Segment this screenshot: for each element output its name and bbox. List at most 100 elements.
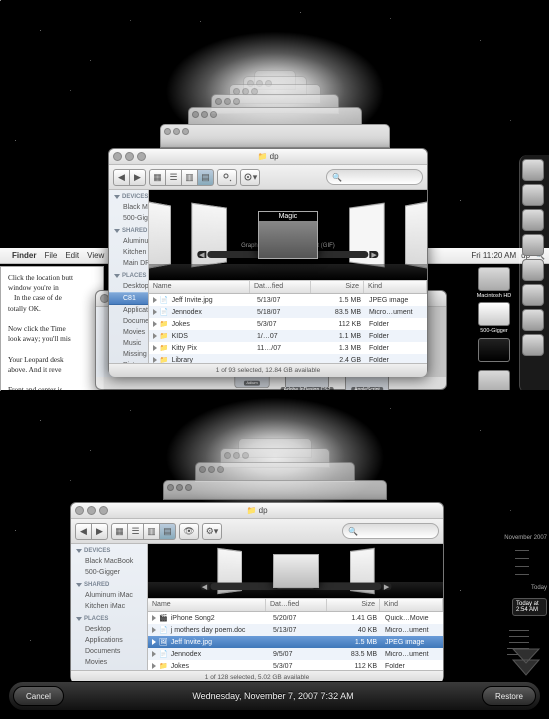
forward-button[interactable]: ▶: [92, 523, 108, 540]
table-row[interactable]: 📁 Jokes5/3/07112 KBFolder: [148, 660, 443, 670]
sidebar-place[interactable]: Missing Manuals: [109, 349, 148, 360]
file-list[interactable]: 🎬 iPhone Song25/20/071.41 GBQuick…Movie …: [148, 612, 443, 670]
sidebar-shared[interactable]: Kitchen iMac: [71, 601, 147, 612]
icon-view-button[interactable]: ▦: [111, 523, 128, 540]
sidebar-place[interactable]: Documents: [71, 646, 147, 657]
dock-app-icon[interactable]: [522, 209, 544, 231]
table-row[interactable]: 📄 Jennodex9/5/0783.5 MBMicro…ument: [148, 648, 443, 660]
forward-button[interactable]: ▶: [130, 169, 146, 186]
table-row[interactable]: 📄 Jennodex5/18/0783.5 MBMicro…ument: [149, 306, 427, 318]
sidebar-place[interactable]: Desktop: [109, 281, 148, 292]
sidebar-place[interactable]: Documents: [109, 316, 148, 327]
sidebar-place[interactable]: Movies: [109, 327, 148, 338]
menu-finder[interactable]: Finder: [12, 251, 36, 260]
timemachine-timeline[interactable]: November 2007 Today Today at 2:54 AM: [512, 430, 547, 667]
table-row[interactable]: 📁 KIDS1/…071.1 MBFolder: [149, 330, 427, 342]
sidebar-shared[interactable]: Aluminum iMac: [109, 236, 148, 247]
sidebar-shared-header[interactable]: SHARED: [109, 224, 148, 236]
column-view-button[interactable]: ▥: [144, 523, 160, 540]
dock-app-icon[interactable]: [522, 234, 544, 256]
toolbar: ◀▶ ▦☰▥▤ 👁 ⚙▾ 🔍: [71, 519, 443, 544]
zoom-icon[interactable]: [137, 152, 146, 161]
dock-app-icon[interactable]: [522, 159, 544, 181]
coverflow-view-button[interactable]: ▤: [198, 169, 214, 186]
close-icon[interactable]: [75, 506, 84, 515]
table-row[interactable]: 🎬 iPhone Song25/20/071.41 GBQuick…Movie: [148, 612, 443, 624]
timeline-forward-arrow[interactable]: [509, 645, 543, 677]
view-switcher[interactable]: ▦ ☰ ▥ ▤: [149, 169, 214, 186]
list-view-button[interactable]: ☰: [128, 523, 144, 540]
sidebar-shared[interactable]: Kitchen iMac: [109, 247, 148, 258]
timemachine-date: Wednesday, November 7, 2007 7:32 AM: [64, 691, 482, 701]
sidebar-device[interactable]: 500-Gigger: [71, 567, 147, 578]
minimize-icon[interactable]: [125, 152, 134, 161]
dock-app-icon[interactable]: [522, 284, 544, 306]
coverflow-next[interactable]: ▶: [370, 251, 379, 258]
desktop-icon-hd[interactable]: Macintosh HD: [475, 267, 513, 305]
list-view-button[interactable]: ☰: [166, 169, 182, 186]
finder-window: 📁 dp ◀ ▶ ▦ ☰ ▥ ▤ ▾ 🔍 DEVICES Black MacBo…: [108, 148, 428, 375]
window-title: dp: [270, 152, 279, 161]
back-button[interactable]: ◀: [75, 523, 92, 540]
desktop-icon-drive[interactable]: 500-Gigger: [475, 302, 513, 340]
zoom-icon[interactable]: [99, 506, 108, 515]
desktop-icon-speaker[interactable]: MP3 speaker: [475, 370, 513, 390]
menu-view[interactable]: View: [87, 251, 104, 260]
sidebar-places-header[interactable]: PLACES: [109, 269, 148, 281]
action-button[interactable]: ⚙▾: [202, 523, 222, 540]
coverflow-view-button[interactable]: ▤: [160, 523, 176, 540]
sidebar-device[interactable]: Black MacBook: [71, 556, 147, 567]
sidebar-place[interactable]: Movies: [71, 657, 147, 668]
dock[interactable]: [519, 155, 549, 390]
list-header[interactable]: Name Dat…fied Size Kind: [148, 598, 443, 612]
sidebar-place[interactable]: Music: [109, 338, 148, 349]
file-list[interactable]: 📄 Jeff Invite.jpg5/13/071.5 MBJPEG image…: [149, 294, 427, 363]
sidebar-devices-header[interactable]: DEVICES: [109, 190, 148, 202]
sidebar-place[interactable]: Music: [71, 668, 147, 670]
sidebar-device[interactable]: Black MacBook: [109, 202, 148, 213]
list-header[interactable]: Name Dat…fied Size Kind: [149, 280, 427, 294]
window-titlebar[interactable]: 📁 dp: [109, 149, 427, 165]
column-view-button[interactable]: ▥: [182, 169, 198, 186]
table-row[interactable]: 📁 Jokes5/3/07112 KBFolder: [149, 318, 427, 330]
coverflow-prev[interactable]: ◀: [197, 251, 206, 258]
sidebar-shared[interactable]: Aluminum iMac: [71, 590, 147, 601]
icon-view-button[interactable]: ▦: [149, 169, 166, 186]
back-button[interactable]: ◀: [113, 169, 130, 186]
search-input[interactable]: 🔍: [326, 169, 423, 185]
search-input[interactable]: 🔍: [342, 523, 439, 539]
table-row[interactable]: 📄 Jeff Invite.jpg5/13/071.5 MBJPEG image: [149, 294, 427, 306]
nav-back-forward[interactable]: ◀ ▶: [113, 169, 146, 186]
table-row[interactable]: 📁 Kitty Pix11…/071.3 MBFolder: [149, 342, 427, 354]
search-icon: 🔍: [348, 527, 358, 536]
table-row[interactable]: 📄 j mothers day poem.doc5/13/0740 KBMicr…: [148, 624, 443, 636]
close-icon[interactable]: [113, 152, 122, 161]
dock-app-icon[interactable]: [522, 184, 544, 206]
coverflow-pane[interactable]: Jeff Invite.jpgJPEG image ◀▶: [148, 544, 443, 598]
sidebar-place[interactable]: Applications: [109, 305, 148, 316]
sidebar-shared[interactable]: Main DP Mac: [109, 258, 148, 269]
menu-file[interactable]: File: [44, 251, 57, 260]
coverflow-pane[interactable]: Magic Microsoft Bob.gif Graphics Interch…: [149, 190, 427, 280]
sidebar-place[interactable]: C81: [109, 292, 148, 305]
search-icon: 🔍: [332, 173, 342, 182]
action-button[interactable]: ▾: [240, 169, 260, 186]
sidebar-place[interactable]: Desktop: [71, 624, 147, 635]
sidebar-place[interactable]: Pictures: [109, 360, 148, 363]
window-title: dp: [259, 506, 268, 515]
dock-app-icon[interactable]: [522, 309, 544, 331]
sidebar-device[interactable]: 500-Gigger: [109, 213, 148, 224]
menu-clock[interactable]: Fri 11:20 AM: [471, 251, 516, 260]
quicklook-button[interactable]: [217, 169, 237, 186]
restore-button[interactable]: Restore: [482, 686, 536, 706]
cancel-button[interactable]: Cancel: [13, 686, 64, 706]
minimize-icon[interactable]: [87, 506, 96, 515]
table-row[interactable]: 📁 Library2.4 GBFolder: [149, 354, 427, 363]
dock-app-icon[interactable]: [522, 259, 544, 281]
sidebar-place[interactable]: Applications: [71, 635, 147, 646]
table-row-selected[interactable]: 🖼 Jeff Invite.jpg1.5 MBJPEG image: [148, 636, 443, 648]
menu-edit[interactable]: Edit: [65, 251, 79, 260]
quicklook-button[interactable]: 👁: [179, 523, 199, 540]
dock-app-icon[interactable]: [522, 334, 544, 356]
window-titlebar[interactable]: 📁 dp: [71, 503, 443, 519]
